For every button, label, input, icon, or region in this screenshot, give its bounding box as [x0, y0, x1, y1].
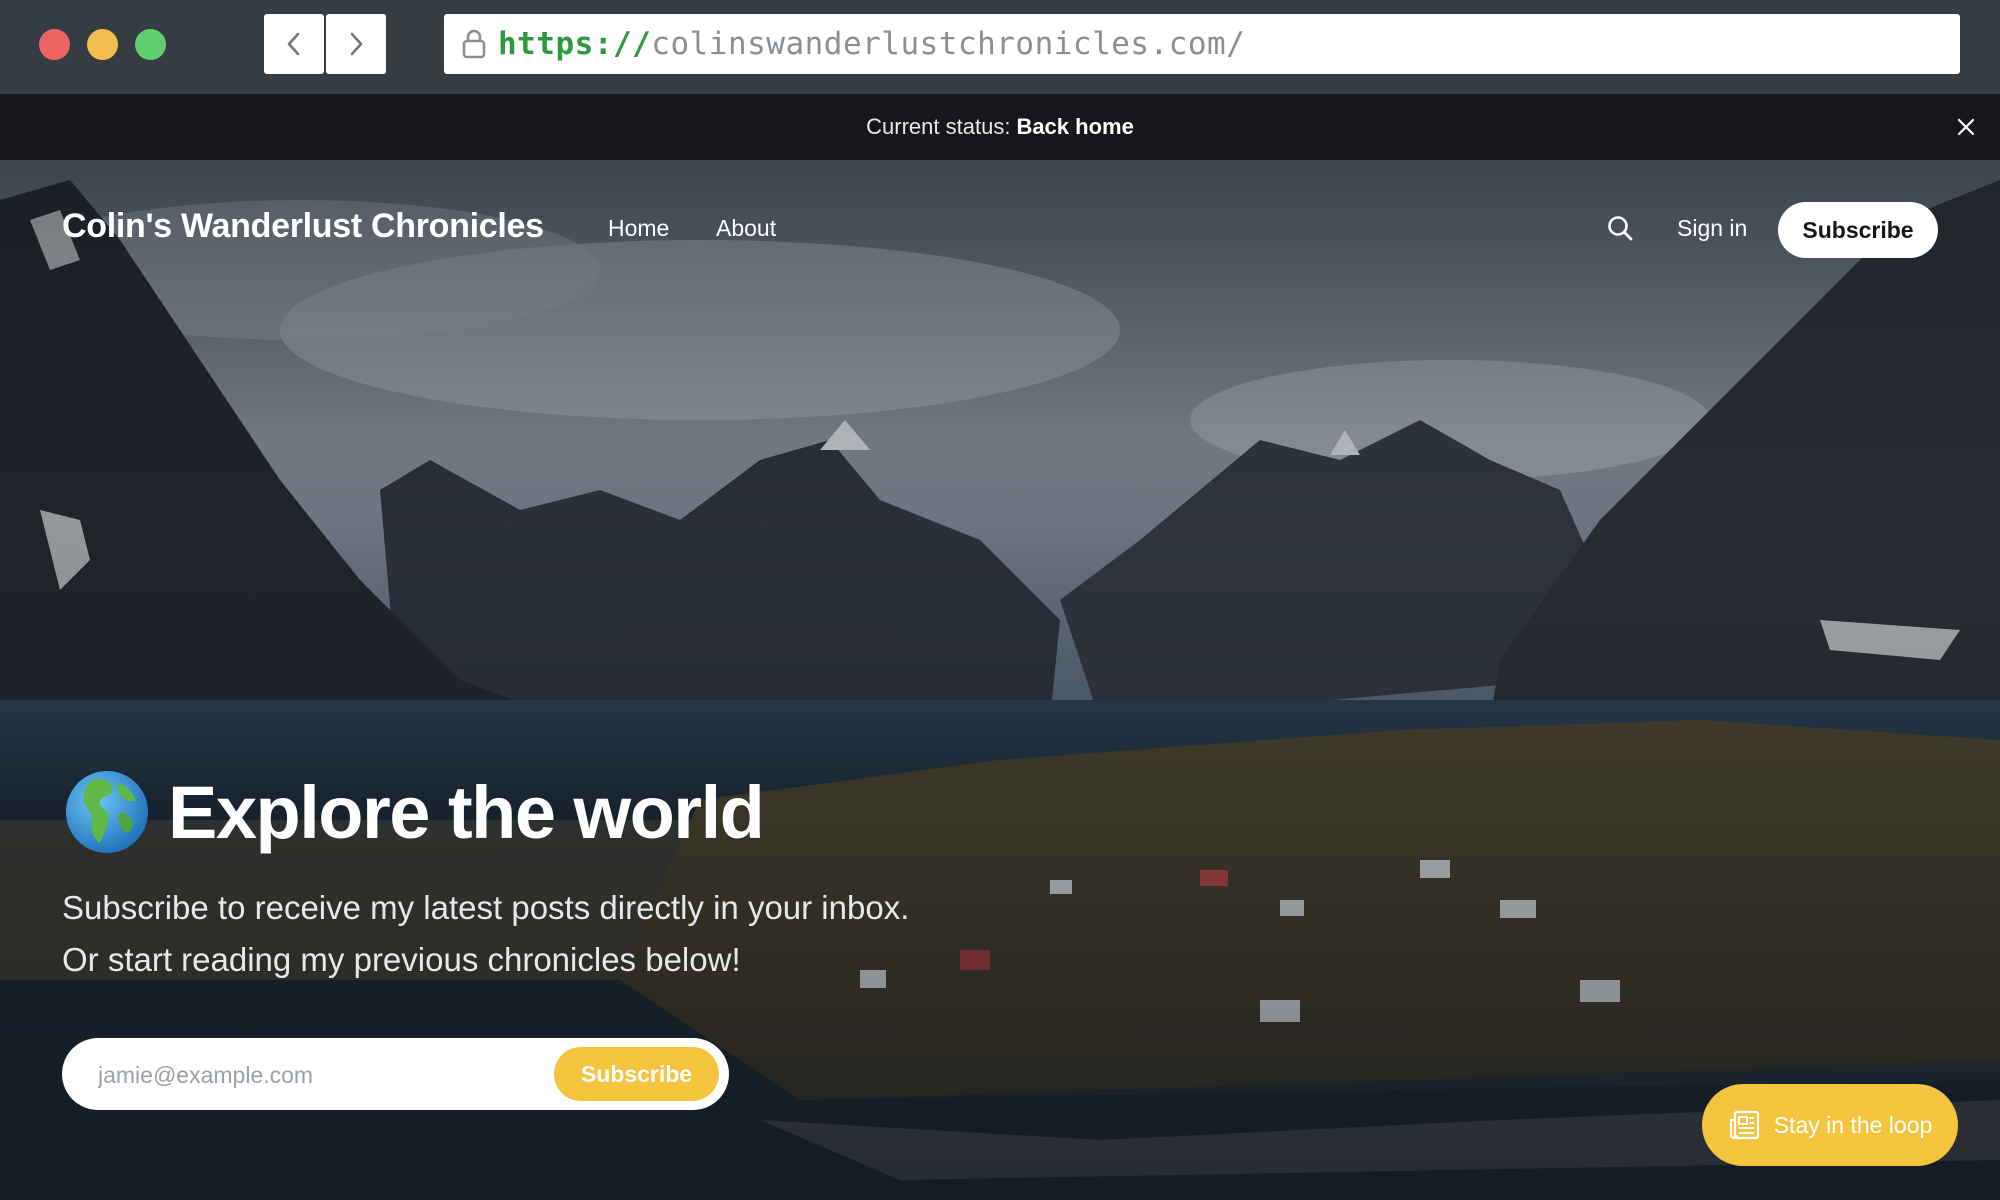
hero-subtitle: Subscribe to receive my latest posts dir… [62, 882, 1162, 986]
announcement-label: Current status: [866, 114, 1011, 139]
announcement-bar: Current status: Back home [0, 94, 2000, 160]
stay-in-loop-label: Stay in the loop [1773, 1111, 1933, 1138]
browser-forward-button[interactable] [326, 14, 386, 74]
lock-icon [456, 26, 492, 62]
hero-heading-text: Explore the world [168, 770, 765, 854]
hero-heading: Explore the world [64, 766, 765, 858]
address-bar[interactable]: https://colinswanderlustchronicles.com/ [444, 14, 1960, 74]
hero-subtitle-line-2: Or start reading my previous chronicles … [62, 941, 741, 978]
chevron-right-icon [350, 32, 363, 56]
header-subscribe-button[interactable]: Subscribe [1778, 202, 1938, 258]
browser-back-button[interactable] [264, 14, 324, 74]
announcement-value[interactable]: Back home [1016, 114, 1133, 140]
nav-about-link[interactable]: About [716, 215, 776, 242]
search-icon[interactable] [1602, 210, 1638, 246]
signup-form: Subscribe [62, 1038, 729, 1110]
globe-icon [66, 771, 148, 853]
window-minimize-button[interactable] [87, 29, 118, 60]
chevron-left-icon [287, 32, 300, 56]
hero-subtitle-line-1: Subscribe to receive my latest posts dir… [62, 889, 910, 926]
url-host: colinswanderlustchronicles.com/ [651, 26, 1246, 62]
hero-section: Colin's Wanderlust Chronicles Home About… [0, 160, 2000, 1200]
close-icon[interactable] [1954, 115, 1978, 139]
window-close-button[interactable] [39, 29, 70, 60]
stay-in-loop-button[interactable]: Stay in the loop [1702, 1084, 1958, 1166]
window-maximize-button[interactable] [135, 29, 166, 60]
url-scheme: https:// [498, 26, 652, 62]
hero-subscribe-button[interactable]: Subscribe [554, 1047, 719, 1101]
nav-home-link[interactable]: Home [608, 215, 669, 242]
sign-in-link[interactable]: Sign in [1677, 215, 1747, 242]
newsletter-icon [1729, 1110, 1759, 1140]
site-title[interactable]: Colin's Wanderlust Chronicles [62, 207, 544, 246]
email-field[interactable] [96, 1048, 600, 1102]
browser-chrome: https://colinswanderlustchronicles.com/ [0, 0, 2000, 94]
url-text[interactable]: https://colinswanderlustchronicles.com/ [498, 26, 1245, 62]
